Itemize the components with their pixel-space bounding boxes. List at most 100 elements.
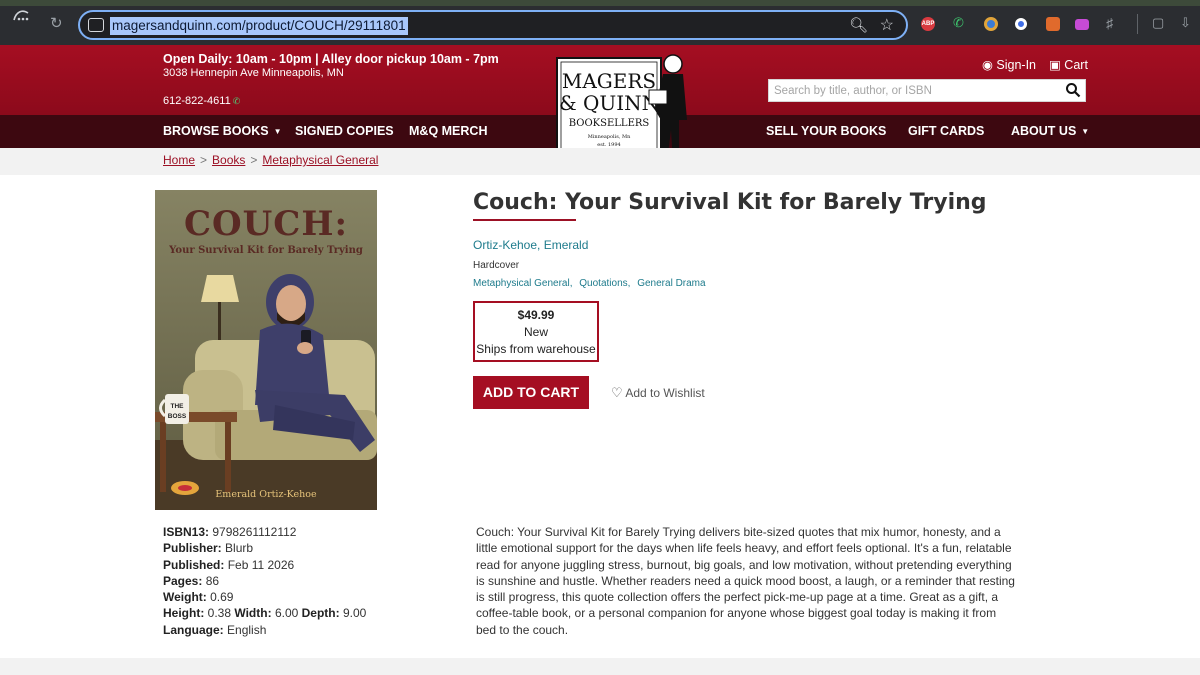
nav-sell-your-books[interactable]: SELL YOUR BOOKS (766, 124, 886, 138)
downloads-icon[interactable]: ⇩ (1180, 15, 1194, 30)
spec-label: Published: (163, 557, 225, 572)
product-title: Couch: Your Survival Kit for Barely Tryi… (473, 190, 987, 215)
url-text[interactable]: magersandquinn.com/product/COUCH/2911180… (110, 17, 408, 35)
book-cover-image[interactable]: THE BOSS COUCH: Your Survival Kit for Ba… (155, 190, 377, 510)
depth-value: 9.00 (342, 606, 367, 621)
nav-gift-cards[interactable]: GIFT CARDS (908, 124, 984, 138)
spec-row: Weight: 0.69 (163, 589, 366, 605)
product-description: Couch: Your Survival Kit for Barely Tryi… (476, 525, 1015, 637)
category-link[interactable]: General Drama (637, 278, 705, 289)
footer-strip (0, 658, 1200, 675)
user-icon: ◉ (982, 58, 993, 72)
zoom-icon[interactable]: 🔍︎ (849, 16, 868, 34)
search-box (768, 79, 1086, 102)
tab-favicon-icon[interactable] (10, 4, 36, 26)
mug-text-1: THE (171, 403, 185, 410)
breadcrumb-bar: Home > Books > Metaphysical General (0, 148, 1200, 175)
store-address: 3038 Hennepin Ave Minneapolis, MN (163, 67, 344, 79)
nav-mq-merch[interactable]: M&Q MERCH (409, 124, 487, 138)
spec-label: Weight: (163, 590, 207, 605)
nav-browse-books[interactable]: BROWSE BOOKS ▼ (163, 124, 281, 138)
sign-in-link[interactable]: ◉ Sign-In (982, 57, 1036, 72)
nav-signed-copies[interactable]: SIGNED COPIES (295, 124, 394, 138)
chrome-extension-icon[interactable] (984, 17, 998, 31)
bookmark-star-icon[interactable]: ☆ (880, 15, 894, 35)
site-info-icon[interactable] (88, 18, 104, 32)
breadcrumb-books[interactable]: Books (212, 153, 245, 167)
caret-down-icon: ▼ (273, 127, 282, 136)
title-underline (473, 219, 576, 221)
condition: New (523, 325, 548, 339)
author-link[interactable]: Ortiz-Kehoe, Emerald (473, 238, 588, 252)
category-link[interactable]: Metaphysical General, (473, 278, 573, 289)
logo-line-3: BOOKSELLERS (569, 118, 650, 129)
fox-extension-icon[interactable] (1046, 17, 1060, 31)
logo-line-2: & QUINN (559, 91, 659, 115)
toolbar-divider (1137, 14, 1138, 34)
cart-label[interactable]: Cart (1064, 58, 1088, 72)
add-to-wishlist-link[interactable]: ♡ Add to Wishlist (611, 385, 705, 401)
tab-search-icon[interactable]: ▢ (1152, 15, 1166, 30)
spec-row: Language: English (163, 622, 366, 638)
store-phone[interactable]: 612-822-4611 ✆ (163, 95, 240, 107)
spec-row: ISBN13: 9798261112112 (163, 524, 366, 540)
spec-row-dimensions: Height: 0.38 Width: 6.00 Depth: 9.00 (163, 605, 366, 621)
spec-value: 86 (205, 573, 220, 588)
phone-extension-icon[interactable]: ✆ (953, 15, 967, 30)
wishlist-label[interactable]: Add to Wishlist (625, 386, 704, 400)
tab-strip (0, 0, 1200, 6)
width-value: 6.00 (274, 606, 299, 621)
mug-text-2: BOSS (168, 413, 187, 420)
breadcrumb-metaphysical-general[interactable]: Metaphysical General (262, 153, 378, 167)
cover-title: COUCH: (183, 204, 349, 244)
depth-label: Depth: (301, 606, 340, 621)
breadcrumb-home[interactable]: Home (163, 153, 195, 167)
address-bar[interactable]: magersandquinn.com/product/COUCH/2911180… (78, 10, 908, 40)
video-extension-icon[interactable] (1075, 19, 1089, 30)
breadcrumb-separator: > (250, 153, 258, 167)
search-input[interactable] (769, 80, 1059, 101)
category-link[interactable]: Quotations, (579, 278, 630, 289)
reload-icon[interactable]: ↻ (50, 14, 63, 32)
spec-value: English (227, 622, 267, 637)
basket-icon: ▣ (1049, 58, 1061, 72)
nav-browse-books-label[interactable]: BROWSE BOOKS (163, 124, 269, 138)
spec-row: Publisher: Blurb (163, 540, 366, 556)
height-label: Height: (163, 606, 205, 621)
spec-label: Publisher: (163, 541, 222, 556)
book-specs: ISBN13: 9798261112112 Publisher: Blurb P… (163, 524, 366, 638)
browser-toolbar: ↻ magersandquinn.com/product/COUCH/29111… (0, 0, 1200, 45)
spec-value: 0.69 (210, 590, 234, 605)
add-to-cart-button[interactable]: ADD TO CART (473, 376, 589, 409)
category-links: Metaphysical General, Quotations, Genera… (473, 278, 710, 289)
spec-value: 9798261112112 (212, 525, 297, 539)
sign-in-label[interactable]: Sign-In (996, 58, 1036, 72)
cover-author: Emerald Ortiz-Kehoe (215, 489, 317, 500)
store-hours: Open Daily: 10am - 10pm | Alley door pic… (163, 52, 499, 66)
height-value: 0.38 (207, 606, 232, 621)
adblock-icon[interactable]: ABP (921, 17, 935, 31)
width-label: Width: (234, 606, 272, 621)
circle-extension-icon[interactable] (1015, 18, 1027, 30)
phone-icon: ✆ (232, 96, 241, 106)
cover-subtitle: Your Survival Kit for Barely Trying (169, 245, 363, 256)
nav-about-us-label[interactable]: ABOUT US (1011, 124, 1076, 138)
phone-number[interactable]: 612-822-4611 (163, 95, 231, 107)
spec-value: Feb 11 2026 (227, 557, 295, 572)
logo-line-4: Minneapolis, Mn (588, 134, 631, 140)
spec-row: Published: Feb 11 2026 (163, 557, 366, 573)
nav-about-us[interactable]: ABOUT US ▼ (1011, 124, 1089, 138)
extensions-puzzle-icon[interactable]: ♯ (1106, 15, 1120, 31)
spec-label: Language: (163, 622, 224, 637)
breadcrumb: Home > Books > Metaphysical General (163, 153, 378, 167)
spec-label: Pages: (163, 573, 203, 588)
price: $49.99 (517, 308, 555, 322)
cart-link[interactable]: ▣ Cart (1049, 57, 1088, 72)
heart-icon: ♡ (611, 385, 623, 400)
price-option-box[interactable]: $49.99 New Ships from warehouse (473, 301, 599, 362)
breadcrumb-separator: > (200, 153, 208, 167)
search-icon[interactable] (1065, 82, 1081, 98)
caret-down-icon: ▼ (1081, 127, 1090, 136)
spec-label: ISBN13: (163, 525, 210, 539)
spec-value: Blurb (225, 541, 254, 556)
